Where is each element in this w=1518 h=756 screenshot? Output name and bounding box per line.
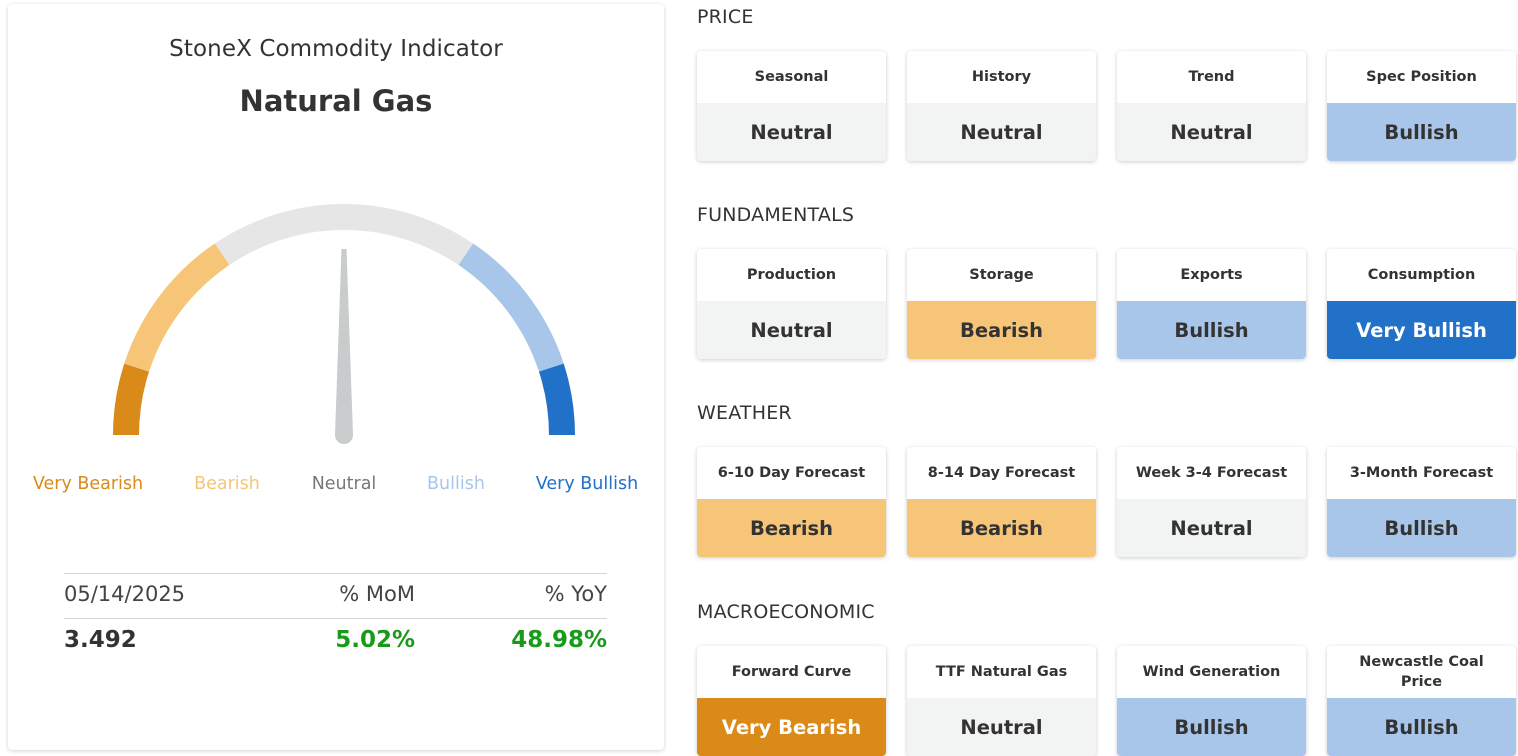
tile-status: Neutral: [907, 103, 1096, 161]
tile-8-14-day-forecast[interactable]: 8-14 Day Forecast Bearish: [907, 447, 1096, 557]
gauge-segment-very-bearish: [113, 363, 150, 436]
tile-status: Very Bullish: [1327, 301, 1516, 359]
stats-price-value: 3.492: [64, 627, 137, 653]
tile-label: 3-Month Forecast: [1349, 464, 1494, 481]
tile-label: 6-10 Day Forecast: [717, 464, 866, 481]
tile-production[interactable]: Production Neutral: [697, 249, 886, 359]
tile-label: Consumption: [1367, 266, 1476, 283]
tile-label: Spec Position: [1366, 68, 1477, 85]
tile-ttf-natural-gas[interactable]: TTF Natural Gas Neutral: [907, 646, 1096, 756]
price-stats: 05/14/2025 % MoM % YoY 3.492 5.02% 48.98…: [64, 573, 607, 663]
tile-status: Very Bearish: [697, 698, 886, 756]
tile-status: Neutral: [1117, 499, 1306, 557]
tile-forward-curve[interactable]: Forward Curve Very Bearish: [697, 646, 886, 756]
tile-status: Bearish: [907, 499, 1096, 557]
indicator-card: StoneX Commodity Indicator Natural Gas V…: [8, 4, 664, 750]
legend-bearish: Bearish: [194, 474, 260, 494]
tile-status: Bullish: [1327, 499, 1516, 557]
tile-seasonal[interactable]: Seasonal Neutral: [697, 51, 886, 161]
stats-mom-label: % MoM: [339, 582, 415, 606]
tile-label: Production: [746, 266, 837, 283]
tile-consumption[interactable]: Consumption Very Bullish: [1327, 249, 1516, 359]
tile-status: Bearish: [697, 499, 886, 557]
section-title-fundamentals: FUNDAMENTALS: [697, 204, 855, 226]
tile-wind-generation[interactable]: Wind Generation Bullish: [1117, 646, 1306, 756]
tile-storage[interactable]: Storage Bearish: [907, 249, 1096, 359]
stats-values-row: 3.492 5.02% 48.98%: [64, 619, 607, 663]
tile-exports[interactable]: Exports Bullish: [1117, 249, 1306, 359]
tile-status: Bullish: [1117, 698, 1306, 756]
tile-label: History: [971, 68, 1032, 85]
sentiment-gauge: [113, 204, 575, 444]
tile-history[interactable]: History Neutral: [907, 51, 1096, 161]
tile-label: Newcastle Coal Price: [1359, 653, 1484, 690]
tile-label: TTF Natural Gas: [935, 663, 1068, 680]
tile-week-3-4-forecast[interactable]: Week 3-4 Forecast Neutral: [1117, 447, 1306, 557]
gauge-legend: Very Bearish Bearish Neutral Bullish Ver…: [8, 474, 664, 502]
tile-status: Bullish: [1327, 103, 1516, 161]
tile-status: Neutral: [1117, 103, 1306, 161]
tile-status: Bullish: [1327, 698, 1516, 756]
gauge-segment-very-bullish: [538, 363, 575, 436]
tile-label: Trend: [1188, 68, 1235, 85]
stats-header-row: 05/14/2025 % MoM % YoY: [64, 574, 607, 618]
tile-3-month-forecast[interactable]: 3-Month Forecast Bullish: [1327, 447, 1516, 557]
section-title-price: PRICE: [697, 6, 754, 28]
tile-status: Bullish: [1117, 301, 1306, 359]
tile-status: Neutral: [907, 698, 1096, 756]
tile-label: Week 3-4 Forecast: [1135, 464, 1288, 481]
tile-6-10-day-forecast[interactable]: 6-10 Day Forecast Bearish: [697, 447, 886, 557]
gauge-segment-bullish: [458, 243, 564, 372]
tile-label: Storage: [969, 266, 1034, 283]
legend-very-bearish: Very Bearish: [32, 474, 144, 494]
legend-neutral: Neutral: [311, 474, 377, 494]
tile-status: Neutral: [697, 301, 886, 359]
section-title-weather: WEATHER: [697, 402, 792, 424]
tile-trend[interactable]: Trend Neutral: [1117, 51, 1306, 161]
stats-mom-value: 5.02%: [335, 627, 415, 653]
legend-bullish: Bullish: [427, 474, 485, 494]
tile-label: Exports: [1180, 266, 1243, 283]
tile-status: Neutral: [697, 103, 886, 161]
gauge-segment-bearish: [124, 243, 230, 372]
tile-label: Forward Curve: [731, 663, 852, 680]
tile-newcastle-coal-price[interactable]: Newcastle Coal Price Bullish: [1327, 646, 1516, 756]
tile-label: 8-14 Day Forecast: [927, 464, 1076, 481]
tile-label: Seasonal: [754, 68, 829, 85]
tile-label: Wind Generation: [1142, 663, 1281, 680]
stats-yoy-value: 48.98%: [511, 627, 607, 653]
stats-date: 05/14/2025: [64, 582, 186, 606]
gauge-needle: [335, 249, 353, 444]
legend-very-bullish: Very Bullish: [535, 474, 639, 494]
stats-yoy-label: % YoY: [544, 582, 607, 606]
tile-spec-position[interactable]: Spec Position Bullish: [1327, 51, 1516, 161]
section-title-macroeconomic: MACROECONOMIC: [697, 601, 875, 623]
tile-status: Bearish: [907, 301, 1096, 359]
